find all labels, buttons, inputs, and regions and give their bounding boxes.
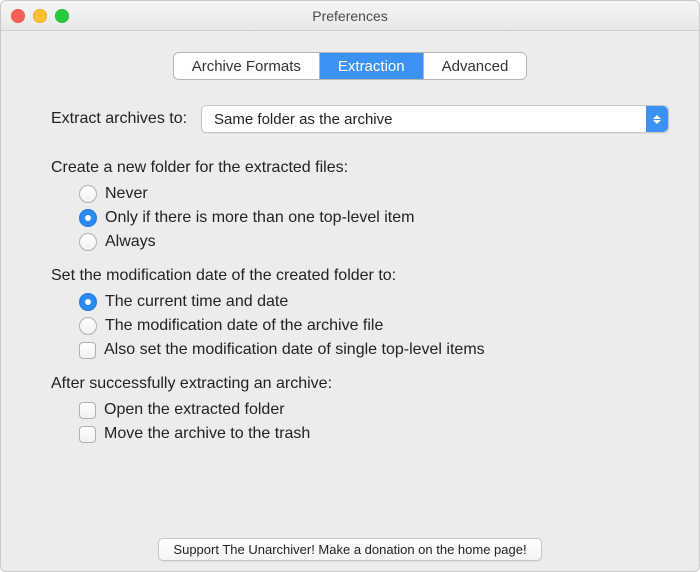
titlebar: Preferences <box>1 1 699 31</box>
tab-advanced[interactable]: Advanced <box>424 53 527 79</box>
after-extract-options: Open the extracted folder Move the archi… <box>79 401 669 443</box>
checkbox-move-trash[interactable]: Move the archive to the trash <box>79 425 669 443</box>
checkbox-icon <box>79 402 96 419</box>
after-extract-section: After successfully extracting an archive… <box>51 375 669 443</box>
radio-never[interactable]: Never <box>79 185 669 203</box>
radio-current-date[interactable]: The current time and date <box>79 293 669 311</box>
tab-extraction[interactable]: Extraction <box>320 53 424 79</box>
tabbar-container: Archive Formats Extraction Advanced <box>21 53 679 79</box>
tabbar: Archive Formats Extraction Advanced <box>174 53 527 79</box>
window-controls <box>11 9 69 23</box>
extract-to-value: Same folder as the archive <box>214 111 392 128</box>
checkbox-label: Also set the modification date of single… <box>104 341 485 359</box>
radio-label: Always <box>105 233 156 251</box>
zoom-icon[interactable] <box>55 9 69 23</box>
checkbox-open-folder[interactable]: Open the extracted folder <box>79 401 669 419</box>
create-folder-options: Never Only if there is more than one top… <box>79 185 669 251</box>
extract-to-row: Extract archives to: Same folder as the … <box>51 105 669 133</box>
close-icon[interactable] <box>11 9 25 23</box>
create-folder-heading: Create a new folder for the extracted fi… <box>51 159 669 177</box>
radio-label: Never <box>105 185 148 203</box>
radio-icon <box>79 293 97 311</box>
extract-to-label: Extract archives to: <box>51 110 187 128</box>
preferences-window: Preferences Archive Formats Extraction A… <box>0 0 700 572</box>
extract-to-popup[interactable]: Same folder as the archive <box>201 105 669 133</box>
radio-icon <box>79 317 97 335</box>
radio-label: The modification date of the archive fil… <box>105 317 383 335</box>
radio-archive-date[interactable]: The modification date of the archive fil… <box>79 317 669 335</box>
checkbox-icon <box>79 426 96 443</box>
window-title: Preferences <box>312 8 387 24</box>
checkbox-label: Open the extracted folder <box>104 401 285 419</box>
after-extract-heading: After successfully extracting an archive… <box>51 375 669 393</box>
chevron-up-down-icon <box>646 106 668 132</box>
mod-date-options: The current time and date The modificati… <box>79 293 669 359</box>
radio-icon <box>79 233 97 251</box>
preferences-body: Archive Formats Extraction Advanced Extr… <box>1 31 699 443</box>
minimize-icon[interactable] <box>33 9 47 23</box>
checkbox-icon <box>79 342 96 359</box>
checkbox-label: Move the archive to the trash <box>104 425 310 443</box>
footer: Support The Unarchiver! Make a donation … <box>1 538 699 561</box>
radio-icon <box>79 209 97 227</box>
radio-label: Only if there is more than one top-level… <box>105 209 414 227</box>
tab-archive-formats[interactable]: Archive Formats <box>174 53 320 79</box>
radio-icon <box>79 185 97 203</box>
radio-label: The current time and date <box>105 293 288 311</box>
checkbox-also-set[interactable]: Also set the modification date of single… <box>79 341 669 359</box>
radio-always[interactable]: Always <box>79 233 669 251</box>
mod-date-heading: Set the modification date of the created… <box>51 267 669 285</box>
mod-date-section: Set the modification date of the created… <box>51 267 669 359</box>
create-folder-section: Create a new folder for the extracted fi… <box>51 159 669 251</box>
support-button[interactable]: Support The Unarchiver! Make a donation … <box>158 538 541 561</box>
radio-only-if[interactable]: Only if there is more than one top-level… <box>79 209 669 227</box>
